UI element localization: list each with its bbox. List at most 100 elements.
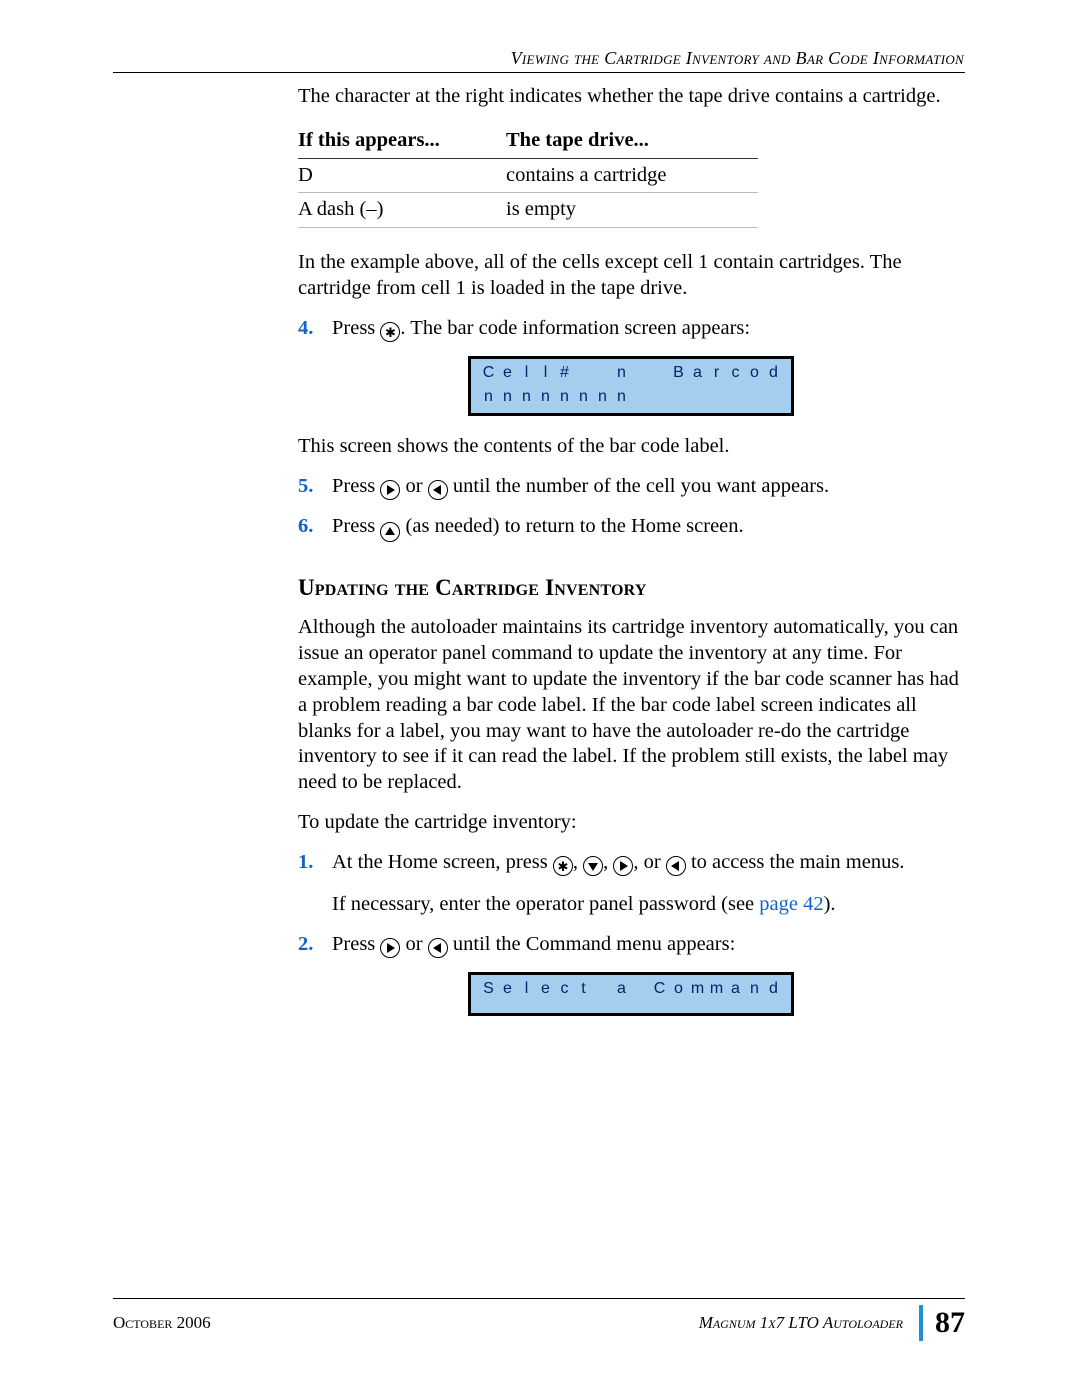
down-arrow-icon: [583, 856, 603, 876]
lcd-cell: a: [688, 365, 707, 381]
lcd-screen-1: Cell# n Barcod nnnnnnnn: [468, 356, 794, 416]
status-header-appears: If this appears...: [298, 124, 506, 158]
lcd-cell: n: [479, 389, 498, 405]
text: ,: [573, 851, 583, 873]
lcd-row: Select a Command: [479, 981, 783, 997]
text: ,: [603, 851, 613, 873]
step-5: 5. Press or until the number of the cell…: [298, 474, 964, 500]
post-table-paragraph: In the example above, all of the cells e…: [298, 250, 964, 302]
update-step-1: 1. At the Home screen, press , , , or to…: [298, 850, 964, 918]
left-arrow-icon: [428, 480, 448, 500]
lcd-cell: [726, 389, 745, 405]
text: to access the main menus.: [686, 851, 905, 873]
text: Press: [332, 933, 380, 955]
lcd-row: Cell# n Barcod: [479, 365, 783, 381]
footer-date: October 2006: [113, 1313, 211, 1333]
page: Viewing the Cartridge Inventory and Bar …: [0, 0, 1080, 1397]
status-cell: is empty: [506, 193, 758, 228]
update-paragraph-1: Although the autoloader maintains its ca…: [298, 615, 964, 796]
right-arrow-icon: [380, 480, 400, 500]
lcd-cell: o: [745, 365, 764, 381]
text: (as needed) to return to the Home screen…: [400, 515, 743, 537]
lcd-cell: n: [498, 389, 517, 405]
step-number: 5.: [298, 474, 322, 500]
step-number: 2.: [298, 932, 322, 958]
update-step-2: 2. Press or until the Command menu appea…: [298, 932, 964, 958]
header-rule: [113, 72, 965, 73]
lcd-cell: C: [479, 365, 498, 381]
lcd-cell: n: [612, 389, 631, 405]
lcd-cell: a: [612, 981, 631, 997]
lcd-cell: [764, 389, 783, 405]
steps-list-b: 5. Press or until the number of the cell…: [298, 474, 964, 542]
page-number: 87: [919, 1305, 965, 1341]
footer-product: Magnum 1x7 LTO Autoloader: [699, 1313, 903, 1333]
right-arrow-icon: [613, 856, 633, 876]
lcd-cell: o: [669, 981, 688, 997]
text: Press: [332, 317, 380, 339]
step-body: Press . The bar code information screen …: [332, 316, 964, 343]
lcd-cell: [631, 981, 650, 997]
lcd-cell: [650, 389, 669, 405]
lcd-cell: l: [536, 365, 555, 381]
status-cell: D: [298, 158, 506, 193]
step-4: 4. Press . The bar code information scre…: [298, 316, 964, 343]
left-arrow-icon: [666, 856, 686, 876]
lcd-cell: l: [517, 365, 536, 381]
content-area: The character at the right indicates whe…: [298, 84, 964, 1034]
lcd-cell: e: [498, 365, 517, 381]
step-body: Press (as needed) to return to the Home …: [332, 514, 964, 542]
status-header-drive: The tape drive...: [506, 124, 758, 158]
step-6: 6. Press (as needed) to return to the Ho…: [298, 514, 964, 542]
text: If necessary, enter the operator panel p…: [332, 893, 759, 915]
steps-list-a: 4. Press . The bar code information scre…: [298, 316, 964, 343]
lcd-cell: [631, 365, 650, 381]
footer-rule: [113, 1298, 965, 1299]
lcd-cell: n: [612, 365, 631, 381]
lcd-cell: m: [707, 981, 726, 997]
lcd-cell: n: [593, 389, 612, 405]
lcd-cell: [707, 389, 726, 405]
subheading-updating: Updating the Cartridge Inventory: [298, 574, 964, 603]
lcd-cell: c: [726, 365, 745, 381]
lcd-cell: C: [650, 981, 669, 997]
status-cell: contains a cartridge: [506, 158, 758, 193]
lcd-screen-1-wrap: Cell# n Barcod nnnnnnnn: [298, 356, 964, 416]
lcd-cell: m: [688, 981, 707, 997]
lcd-cell: a: [726, 981, 745, 997]
text: or: [400, 933, 427, 955]
text: Press: [332, 515, 380, 537]
lcd-cell: [745, 389, 764, 405]
lcd-cell: n: [555, 389, 574, 405]
up-arrow-icon: [380, 522, 400, 542]
text: until the number of the cell you want ap…: [448, 475, 829, 497]
lcd-cell: [593, 365, 612, 381]
lcd-cell: S: [479, 981, 498, 997]
lcd-cell: c: [555, 981, 574, 997]
lcd-screen-2: Select a Command: [468, 972, 794, 1016]
lcd-screen-2-wrap: Select a Command: [298, 972, 964, 1016]
intro-paragraph: The character at the right indicates whe…: [298, 84, 964, 110]
page-link[interactable]: page 42: [759, 893, 823, 915]
enter-icon: [380, 322, 400, 342]
update-paragraph-2: To update the cartridge inventory:: [298, 810, 964, 836]
status-table: If this appears... The tape drive... D c…: [298, 124, 758, 228]
text: . The bar code information screen appear…: [400, 317, 750, 339]
text: At the Home screen, press: [332, 851, 553, 873]
step-number: 6.: [298, 514, 322, 542]
step-number: 1.: [298, 850, 322, 918]
step-number: 4.: [298, 316, 322, 343]
right-arrow-icon: [380, 938, 400, 958]
lcd-cell: #: [555, 365, 574, 381]
lcd-row: nnnnnnnn: [479, 389, 783, 405]
lcd-cell: n: [574, 389, 593, 405]
lcd-cell: d: [764, 365, 783, 381]
text: Press: [332, 475, 380, 497]
lcd-cell: d: [764, 981, 783, 997]
text: or: [400, 475, 427, 497]
after-lcd-paragraph: This screen shows the contents of the ba…: [298, 434, 964, 460]
lcd-cell: B: [669, 365, 688, 381]
update-steps-list: 1. At the Home screen, press , , , or to…: [298, 850, 964, 958]
lcd-cell: [650, 365, 669, 381]
status-cell: A dash (–): [298, 193, 506, 228]
